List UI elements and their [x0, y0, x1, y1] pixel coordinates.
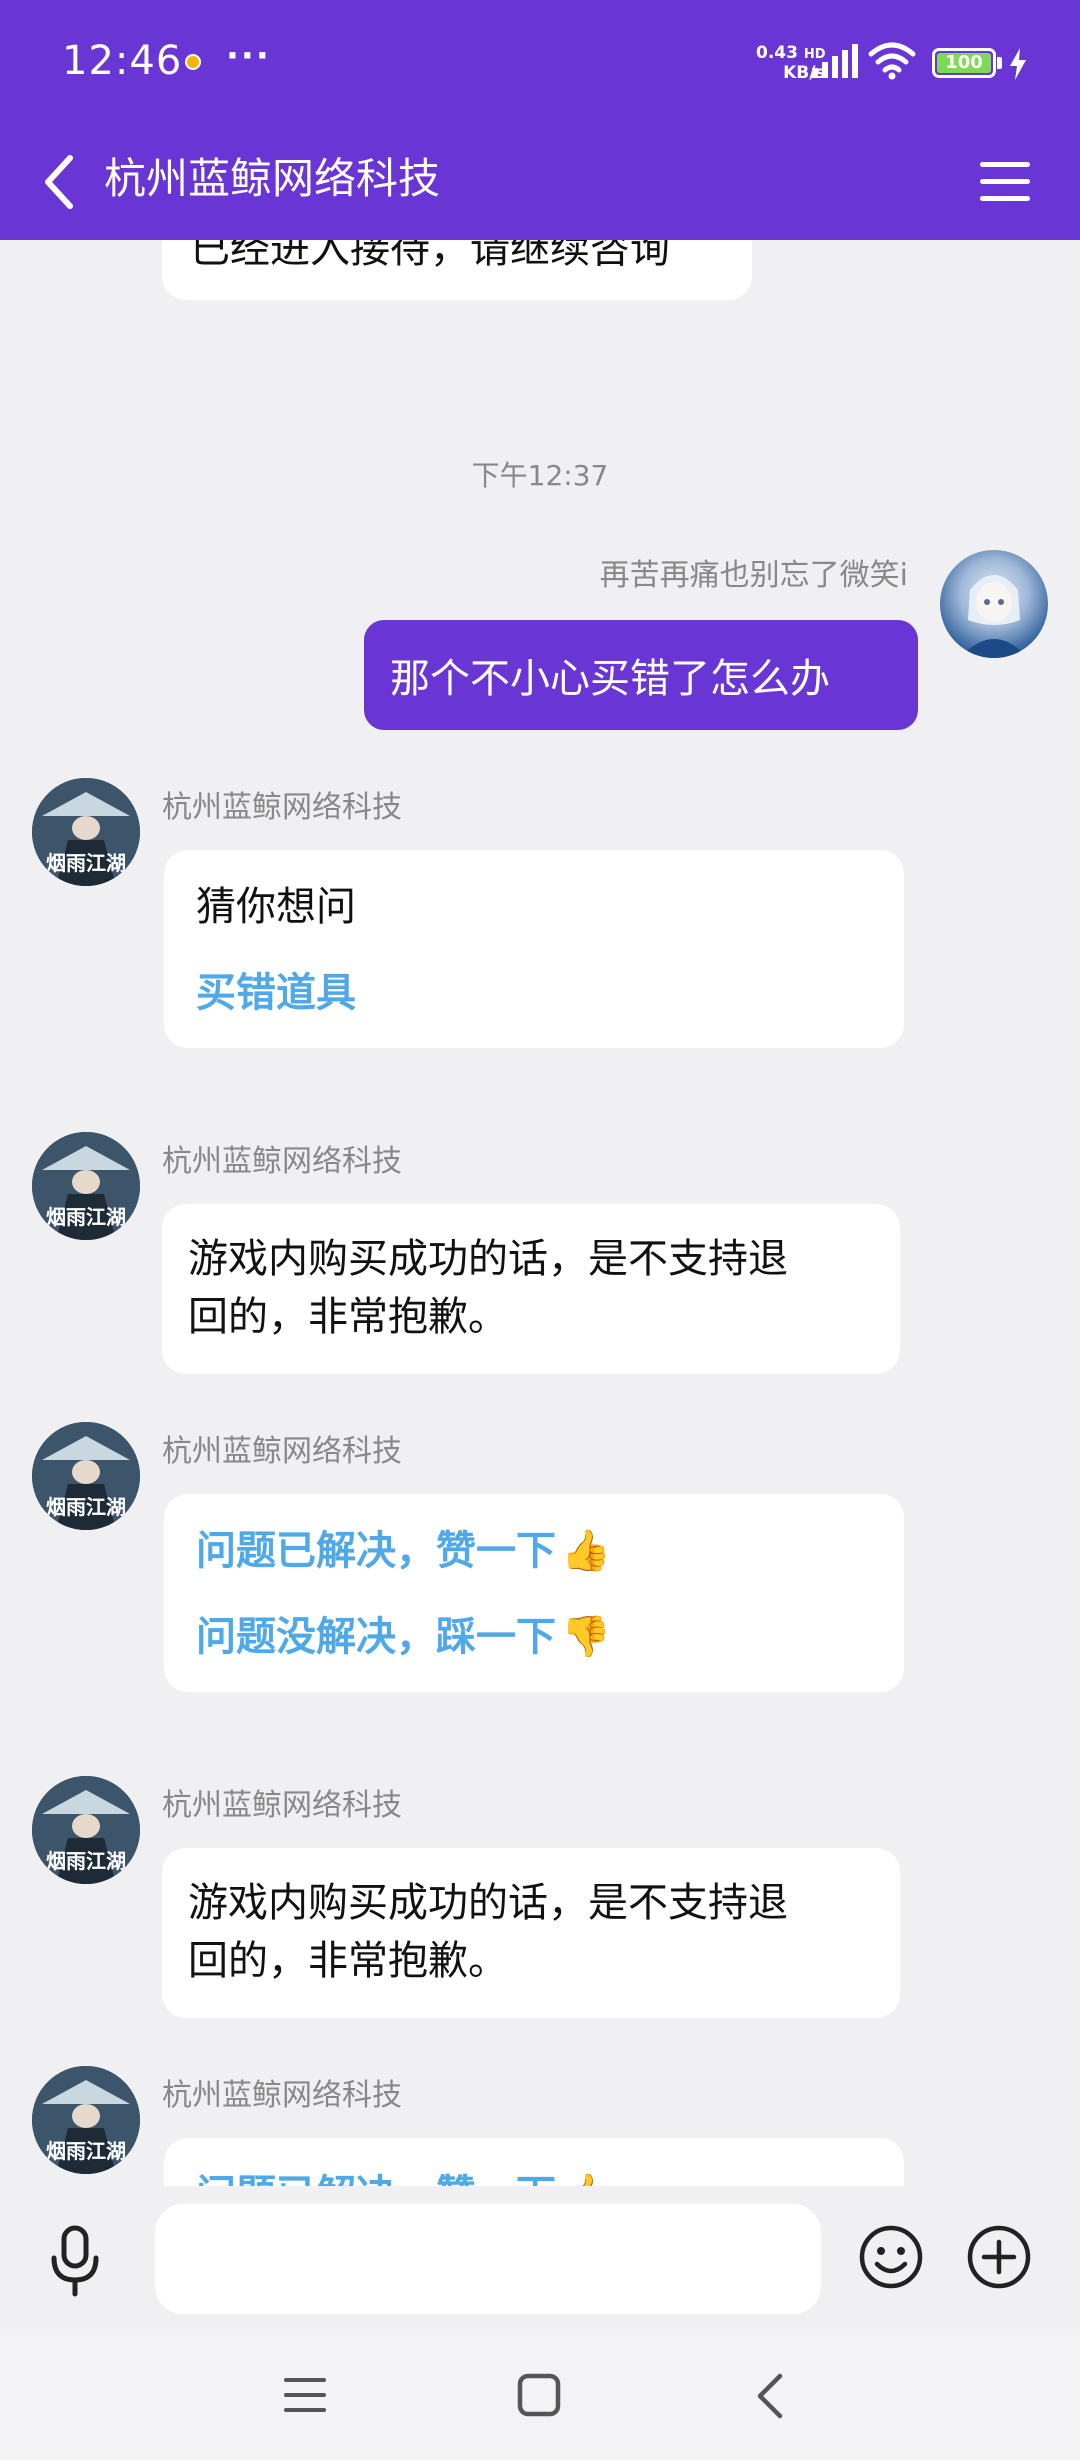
avatar-logo-text: 烟雨江湖	[46, 2139, 126, 2163]
message-timestamp: 下午12:37	[471, 459, 609, 492]
user-name: 再苦再痛也别忘了微笑i	[599, 558, 908, 593]
input-bar	[0, 2186, 1080, 2330]
user-message-bubble[interactable]: 那个不小心买错了怎么办	[364, 620, 918, 730]
back-arrow-icon[interactable]	[34, 142, 104, 222]
agent-avatar-image: 烟雨江湖	[32, 2066, 140, 2174]
agent-name: 杭州蓝鲸网络科技	[162, 1144, 402, 1179]
agent-avatar[interactable]: 烟雨江湖	[32, 1776, 140, 1884]
message-text: 已经进入接待，请继续咨询	[190, 240, 670, 272]
reply-line-1: 游戏内购买成功的话，是不支持退	[188, 1880, 788, 1926]
page-title: 杭州蓝鲸网络科技	[104, 154, 441, 203]
feedback-good-text: 问题已解决，赞一下	[196, 1528, 556, 1574]
suggestion-title: 猜你想问	[196, 884, 356, 930]
wifi-icon	[868, 42, 916, 80]
status-bar: 12:46 ··· 0.43 HD KB/s 100	[0, 0, 1080, 130]
agent-avatar-image: 烟雨江湖	[32, 1776, 140, 1884]
avatar-logo-text: 烟雨江湖	[46, 1205, 126, 1229]
home-icon[interactable]	[514, 2370, 564, 2420]
app-header: 杭州蓝鲸网络科技	[0, 130, 1080, 240]
emoji-icon[interactable]	[858, 2224, 924, 2290]
agent-name: 杭州蓝鲸网络科技	[162, 1434, 402, 1469]
agent-name: 杭州蓝鲸网络科技	[162, 2078, 402, 2113]
agent-avatar-image: 烟雨江湖	[32, 1422, 140, 1530]
avatar-logo-text: 烟雨江湖	[46, 851, 126, 875]
microphone-icon[interactable]	[40, 2220, 110, 2300]
reply-line-1: 游戏内购买成功的话，是不支持退	[188, 1236, 788, 1282]
agent-avatar-image: 烟雨江湖	[32, 1132, 140, 1240]
menu-icon[interactable]	[970, 146, 1040, 216]
agent-avatar[interactable]: 烟雨江湖	[32, 2066, 140, 2174]
agent-avatar-image: 烟雨江湖	[32, 778, 140, 886]
message-bubble-partial: 已经进入接待，请继续咨询	[162, 240, 752, 300]
user-message-text: 那个不小心买错了怎么办	[390, 656, 830, 702]
chat-area[interactable]: 已经进入接待，请继续咨询 下午12:37 再苦再痛也别忘了微笑i 那个不小心买错…	[0, 240, 1080, 2186]
charging-icon	[1010, 48, 1026, 80]
agent-avatar[interactable]: 烟雨江湖	[32, 1422, 140, 1530]
thumbs-up-icon: 👍	[561, 2172, 611, 2186]
feedback-good-link[interactable]: 问题已解决，赞一下 👍	[196, 2166, 872, 2186]
battery-icon: 100	[932, 48, 996, 78]
feedback-good-link[interactable]: 问题已解决，赞一下 👍	[196, 1522, 872, 1580]
avatar-logo-text: 烟雨江湖	[46, 1849, 126, 1873]
agent-avatar[interactable]: 烟雨江湖	[32, 778, 140, 886]
thumbs-up-icon: 👍	[561, 1528, 611, 1574]
avatar-logo-text: 烟雨江湖	[46, 1495, 126, 1519]
reply-line-2: 回的，非常抱歉。	[188, 1294, 508, 1340]
reply-line-2: 回的，非常抱歉。	[188, 1938, 508, 1984]
notification-dot-icon	[185, 54, 201, 70]
feedback-good-text: 问题已解决，赞一下	[196, 2172, 556, 2186]
feedback-card: 问题已解决，赞一下 👍	[164, 2138, 904, 2186]
feedback-bad-text: 问题没解决，踩一下	[196, 1614, 556, 1660]
user-avatar[interactable]	[940, 550, 1048, 658]
agent-avatar[interactable]: 烟雨江湖	[32, 1132, 140, 1240]
agent-name: 杭州蓝鲸网络科技	[162, 790, 402, 825]
agent-message-bubble[interactable]: 游戏内购买成功的话，是不支持退 回的，非常抱歉。	[162, 1848, 900, 2018]
nav-back-icon[interactable]	[750, 2370, 790, 2422]
battery-tip	[997, 57, 1002, 69]
thumbs-down-icon: 👎	[561, 1614, 611, 1660]
suggestion-card: 猜你想问 买错道具	[164, 850, 904, 1048]
system-nav-bar	[0, 2330, 1080, 2460]
plus-icon[interactable]	[966, 2224, 1032, 2290]
user-avatar-image	[960, 575, 1028, 658]
agent-name: 杭州蓝鲸网络科技	[162, 1788, 402, 1823]
suggestion-link[interactable]: 买错道具	[196, 964, 872, 1022]
status-more-icon: ···	[226, 36, 271, 76]
speed-value: 0.43	[756, 43, 798, 63]
agent-message-bubble[interactable]: 游戏内购买成功的话，是不支持退 回的，非常抱歉。	[162, 1204, 900, 1374]
recent-apps-icon[interactable]	[280, 2372, 330, 2418]
feedback-card: 问题已解决，赞一下 👍 问题没解决，踩一下 👎	[164, 1494, 904, 1692]
status-time: 12:46	[62, 38, 183, 84]
message-input[interactable]	[155, 2204, 821, 2314]
battery-level: 100	[937, 53, 991, 73]
signal-icon	[812, 44, 858, 78]
feedback-bad-link[interactable]: 问题没解决，踩一下 👎	[196, 1608, 872, 1666]
